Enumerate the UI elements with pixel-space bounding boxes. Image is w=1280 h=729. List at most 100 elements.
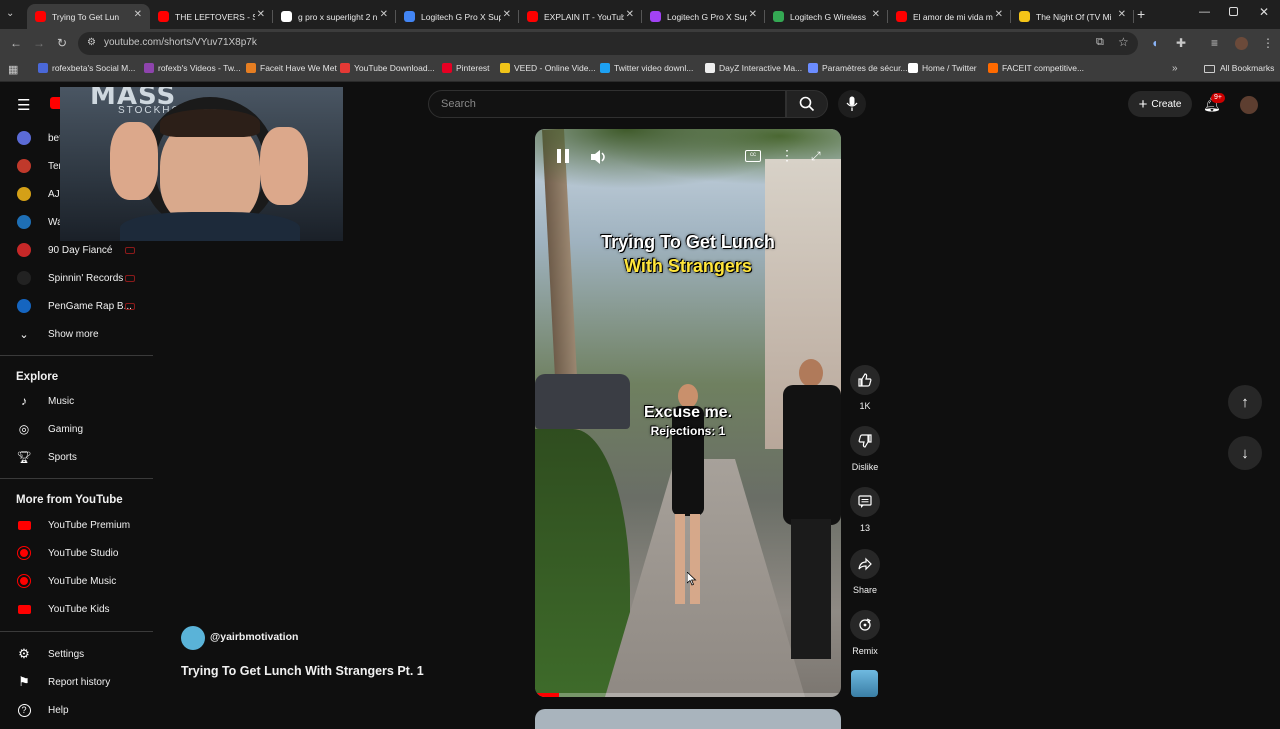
site-info-icon[interactable]: ⚙ (87, 37, 96, 48)
bookmark-favicon-icon (38, 63, 48, 73)
channel-avatar[interactable] (181, 626, 205, 650)
previous-short-button[interactable]: ↑ (1228, 385, 1262, 419)
bookmark-favicon-icon (908, 63, 918, 73)
browser-menu-icon[interactable]: ⋮ (1262, 36, 1274, 50)
sidebar-item-explore[interactable]: ♪ Music (0, 387, 150, 415)
sidebar-item-explore[interactable]: ◎ Gaming (0, 415, 150, 443)
dislike-button[interactable] (850, 426, 880, 456)
next-short-preview[interactable] (535, 709, 841, 729)
tab-title: g pro x superlight 2 n (298, 11, 378, 22)
show-more-button[interactable]: ⌄ Show more (0, 320, 150, 348)
profile-avatar[interactable] (1235, 37, 1248, 50)
media-controls-icon[interactable]: ≡ (1211, 36, 1218, 50)
new-tab-button[interactable]: + (1137, 6, 1145, 22)
search-button[interactable] (786, 90, 828, 118)
extensions-puzzle-icon[interactable]: ✚ (1176, 36, 1186, 50)
tab-favicon-icon (281, 11, 292, 22)
search-input[interactable]: Search (428, 90, 786, 118)
bookmark-item[interactable]: DayZ Interactive Ma... (705, 63, 802, 73)
more-options-icon[interactable]: ⋮ (780, 147, 794, 164)
bookmark-label: Faceit Have We Met (260, 63, 337, 73)
sidebar-item-youtube-app[interactable]: YouTube Kids (0, 595, 150, 623)
install-app-icon[interactable]: ⧉ (1096, 36, 1104, 49)
volume-icon[interactable] (590, 149, 608, 165)
browser-tab[interactable]: Logitech G Pro X Sup ✕ (396, 4, 519, 29)
sidebar-item-footer[interactable]: ⚙ Settings (0, 640, 150, 668)
short-title[interactable]: Trying To Get Lunch With Strangers Pt. 1 (181, 664, 424, 678)
back-icon[interactable]: ← (10, 36, 22, 50)
create-button[interactable]: + Create (1128, 91, 1192, 117)
close-window-icon[interactable]: ✕ (1259, 5, 1269, 19)
bookmark-item[interactable]: rofexbeta's Social M... (38, 63, 135, 73)
captions-icon[interactable]: cc (745, 150, 761, 162)
pause-icon[interactable] (557, 149, 571, 165)
account-avatar[interactable] (1240, 96, 1258, 114)
help-icon: ? (17, 703, 31, 717)
fullscreen-icon[interactable]: ⤢ (811, 149, 821, 164)
progress-track[interactable] (535, 693, 841, 697)
close-tab-icon[interactable]: ✕ (872, 9, 880, 20)
browser-tab[interactable]: The Night Of (TV Mi ✕ (1011, 4, 1134, 29)
browser-tab[interactable]: THE LEFTOVERS - Sea✕ (150, 4, 273, 29)
sidebar-item-youtube-app[interactable]: YouTube Music (0, 567, 150, 595)
channel-handle[interactable]: @yairbmotivation (210, 631, 298, 643)
close-tab-icon[interactable]: ✕ (626, 9, 634, 20)
bookmark-item[interactable]: FACEIT competitive... (988, 63, 1084, 73)
next-short-button[interactable]: ↓ (1228, 436, 1262, 470)
hamburger-menu-icon[interactable]: ☰ (17, 96, 30, 114)
bookmark-item[interactable]: VEED - Online Vide... (500, 63, 596, 73)
comments-button[interactable] (850, 487, 880, 517)
bookmark-item[interactable]: Pinterest (442, 63, 490, 73)
sidebar-item-youtube-app[interactable]: YouTube Studio (0, 539, 150, 567)
subscription-item[interactable]: Spinnin' Records (0, 264, 150, 292)
create-label: Create (1151, 98, 1182, 110)
close-tab-icon[interactable]: ✕ (995, 9, 1003, 20)
sidebar-item-explore[interactable]: 🏆︎ Sports (0, 443, 150, 471)
browser-tab[interactable]: EXPLAIN IT - YouTub ✕ (519, 4, 642, 29)
close-tab-icon[interactable]: ✕ (257, 9, 265, 20)
forward-icon[interactable]: → (33, 36, 45, 50)
remix-button[interactable] (850, 610, 880, 640)
browser-tab[interactable]: Logitech G Pro X Sup ✕ (642, 4, 765, 29)
like-button[interactable] (850, 365, 880, 395)
all-bookmarks-folder-icon (1204, 65, 1215, 73)
tab-search-icon[interactable]: ⌄ (6, 8, 20, 22)
minimize-icon[interactable]: — (1199, 6, 1210, 18)
subscription-item[interactable]: PenGame Rap B... (0, 292, 150, 320)
close-tab-icon[interactable]: ✕ (503, 9, 511, 20)
close-tab-icon[interactable]: ✕ (749, 9, 757, 20)
bookmark-item[interactable]: Home / Twitter (908, 63, 977, 73)
bookmark-star-icon[interactable]: ☆ (1118, 35, 1129, 49)
browser-tab[interactable]: Logitech G Wireless ✕ (765, 4, 888, 29)
sidebar-item-footer[interactable]: ⚑ Report history (0, 668, 150, 696)
bookmark-item[interactable]: YouTube Download... (340, 63, 435, 73)
restore-icon[interactable] (1229, 7, 1238, 16)
sidebar-item-youtube-app[interactable]: YouTube Premium (0, 511, 150, 539)
address-bar[interactable]: ⚙ youtube.com/shorts/VYuv71X8p7k ⧉ ☆ (78, 32, 1138, 55)
browser-tab[interactable]: g pro x superlight 2 n ✕ (273, 4, 396, 29)
url-text[interactable]: youtube.com/shorts/VYuv71X8p7k (104, 37, 257, 48)
browser-tab[interactable]: El amor de mi vida m ✕ (888, 4, 1011, 29)
close-tab-icon[interactable]: ✕ (134, 9, 142, 20)
reload-icon[interactable]: ↻ (57, 36, 67, 50)
short-video-player[interactable]: cc ⋮ ⤢ Trying To Get Lunch With Stranger… (535, 129, 841, 697)
report-flag-icon: ⚑ (18, 674, 30, 689)
browser-tab[interactable]: Trying To Get Lun ✕ (27, 4, 150, 29)
sound-thumbnail[interactable] (851, 670, 878, 697)
all-bookmarks[interactable]: All Bookmarks (1220, 63, 1274, 73)
more-bookmarks-icon[interactable]: » (1172, 63, 1178, 74)
youtube-kids-icon (17, 602, 31, 616)
tab-title: EXPLAIN IT - YouTub (544, 11, 624, 22)
bookmark-item[interactable]: rofexb's Videos - Tw... (144, 63, 241, 73)
chevron-down-icon: ⌄ (19, 328, 29, 341)
bookmark-item[interactable]: Paramètres de sécur... (808, 63, 908, 73)
extension-icon[interactable]: ◖ (1151, 36, 1158, 50)
bookmark-item[interactable]: Twitter video downl... (600, 63, 693, 73)
share-button[interactable] (850, 549, 880, 579)
voice-search-button[interactable] (838, 90, 866, 118)
apps-grid-icon[interactable]: ▦ (8, 63, 18, 76)
tab-favicon-icon (158, 11, 169, 22)
close-tab-icon[interactable]: ✕ (1118, 9, 1126, 20)
close-tab-icon[interactable]: ✕ (380, 9, 388, 20)
bookmark-item[interactable]: Faceit Have We Met (246, 63, 337, 73)
